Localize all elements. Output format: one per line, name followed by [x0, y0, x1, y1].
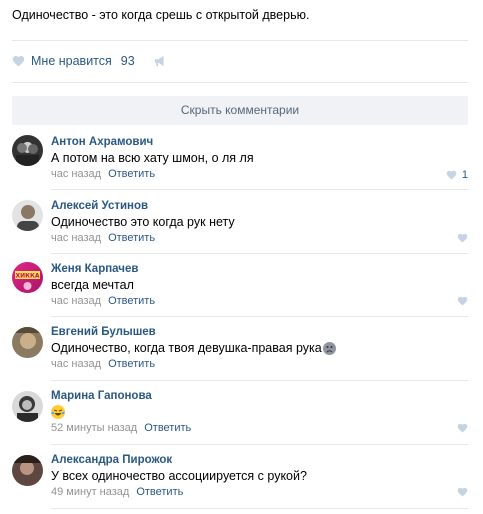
comment-text: У всех одиночество ассоциируется с рукой…	[51, 469, 307, 483]
comment-text	[51, 405, 65, 419]
avatar-photo	[16, 143, 39, 166]
comment-author[interactable]: Марина Гапонова	[51, 390, 152, 402]
like-label: Мне нравится	[31, 54, 112, 68]
comment-like-button[interactable]	[457, 233, 468, 243]
comment-meta: час назад Ответить	[51, 168, 155, 180]
avatar-text: ХИККА	[15, 273, 39, 280]
comment-author[interactable]: Женя Карпачев	[51, 263, 138, 275]
comment-like-button[interactable]: 1	[446, 169, 468, 181]
heart-icon	[12, 56, 25, 67]
avatar[interactable]	[12, 327, 43, 358]
comment-author[interactable]: Антон Ахрамович	[51, 136, 153, 148]
like-count: 93	[120, 54, 135, 68]
comment-author[interactable]: Алексей Устинов	[51, 200, 148, 212]
comment-text: Одиночество, когда твоя девушка-правая р…	[51, 341, 336, 355]
comment-time[interactable]: 52 минуты назад	[51, 422, 137, 434]
comment-text: всегда мечтал	[51, 278, 134, 292]
avatar-photo: ХИККА	[15, 271, 40, 290]
avatar-photo	[17, 205, 39, 231]
comment-author[interactable]: Евгений Булышев	[51, 326, 156, 338]
comment-meta: 49 минут назад Ответить	[51, 486, 183, 498]
comment-item: Алексей Устинов Одиночество это когда ру…	[0, 195, 483, 255]
comment-text: А потом на всю хату шмон, о ля ля	[51, 151, 254, 165]
comment-like-button[interactable]	[457, 296, 468, 306]
heart-icon	[457, 423, 468, 433]
reply-button[interactable]: Ответить	[108, 168, 155, 180]
comment-time[interactable]: час назад	[51, 168, 101, 180]
comment-item: Александра Пирожок У всех одиночество ас…	[0, 450, 483, 510]
comment-item: Евгений Булышев Одиночество, когда твоя …	[0, 322, 483, 382]
actions-divider	[12, 82, 468, 83]
heart-icon	[457, 233, 468, 243]
avatar-photo	[12, 327, 43, 349]
comment-divider	[51, 253, 468, 254]
comment-item: Марина Гапонова 52 минуты назад Ответить	[0, 386, 483, 446]
reply-button[interactable]: Ответить	[108, 295, 155, 307]
comment-text-content: Одиночество, когда твоя девушка-правая р…	[51, 341, 322, 355]
heart-icon	[457, 487, 468, 497]
comment-meta: час назад Ответить	[51, 295, 155, 307]
megaphone-icon[interactable]	[154, 55, 168, 67]
comment-meta: час назад Ответить	[51, 358, 155, 370]
hide-comments-button[interactable]: Скрыть комментарии	[12, 96, 468, 125]
reply-button[interactable]: Ответить	[144, 422, 191, 434]
sad-face-emoji-icon	[322, 341, 336, 355]
comment-time[interactable]: час назад	[51, 232, 101, 244]
avatar-photo	[17, 396, 38, 422]
comment-time[interactable]: 49 минут назад	[51, 486, 129, 498]
comment-divider	[51, 444, 468, 445]
comment-meta: 52 минуты назад Ответить	[51, 422, 191, 434]
comment-text-content: А потом на всю хату шмон, о ля ля	[51, 151, 254, 165]
reply-button[interactable]: Ответить	[136, 486, 183, 498]
reply-button[interactable]: Ответить	[108, 232, 155, 244]
reply-button[interactable]: Ответить	[108, 358, 155, 370]
comment-divider	[51, 316, 468, 317]
comment-time[interactable]: час назад	[51, 358, 101, 370]
comment-like-button[interactable]	[457, 423, 468, 433]
like-button[interactable]: Мне нравится 93	[12, 54, 135, 68]
comment-meta: час назад Ответить	[51, 232, 155, 244]
comment-text: Одиночество это когда рук нету	[51, 215, 235, 229]
comment-author[interactable]: Александра Пирожок	[51, 454, 172, 466]
avatar[interactable]	[12, 135, 43, 166]
heart-icon	[457, 296, 468, 306]
comment-time[interactable]: час назад	[51, 295, 101, 307]
comment-like-count: 1	[461, 169, 468, 181]
comment-divider	[51, 508, 468, 509]
avatar[interactable]: ХИККА	[12, 262, 43, 293]
avatar-photo	[12, 455, 43, 475]
comment-item: ХИККА Женя Карпачев всегда мечтал час на…	[0, 259, 483, 319]
avatar[interactable]	[12, 455, 43, 486]
comment-like-button[interactable]	[457, 487, 468, 497]
laughing-crying-emoji-icon	[51, 405, 65, 419]
post-actions: Мне нравится 93	[12, 53, 168, 69]
comment-divider	[51, 189, 468, 190]
comment-text-content: У всех одиночество ассоциируется с рукой…	[51, 469, 307, 483]
comment-divider	[51, 380, 468, 381]
comment-text-content: Одиночество это когда рук нету	[51, 215, 235, 229]
comment-text-content: всегда мечтал	[51, 278, 134, 292]
comment-item: Антон Ахрамович А потом на всю хату шмон…	[0, 130, 483, 190]
heart-icon	[446, 170, 457, 180]
post-divider	[12, 40, 468, 41]
avatar[interactable]	[12, 391, 43, 422]
avatar[interactable]	[12, 200, 43, 231]
post-text: Одиночество - это когда срешь с открытой…	[12, 8, 310, 22]
